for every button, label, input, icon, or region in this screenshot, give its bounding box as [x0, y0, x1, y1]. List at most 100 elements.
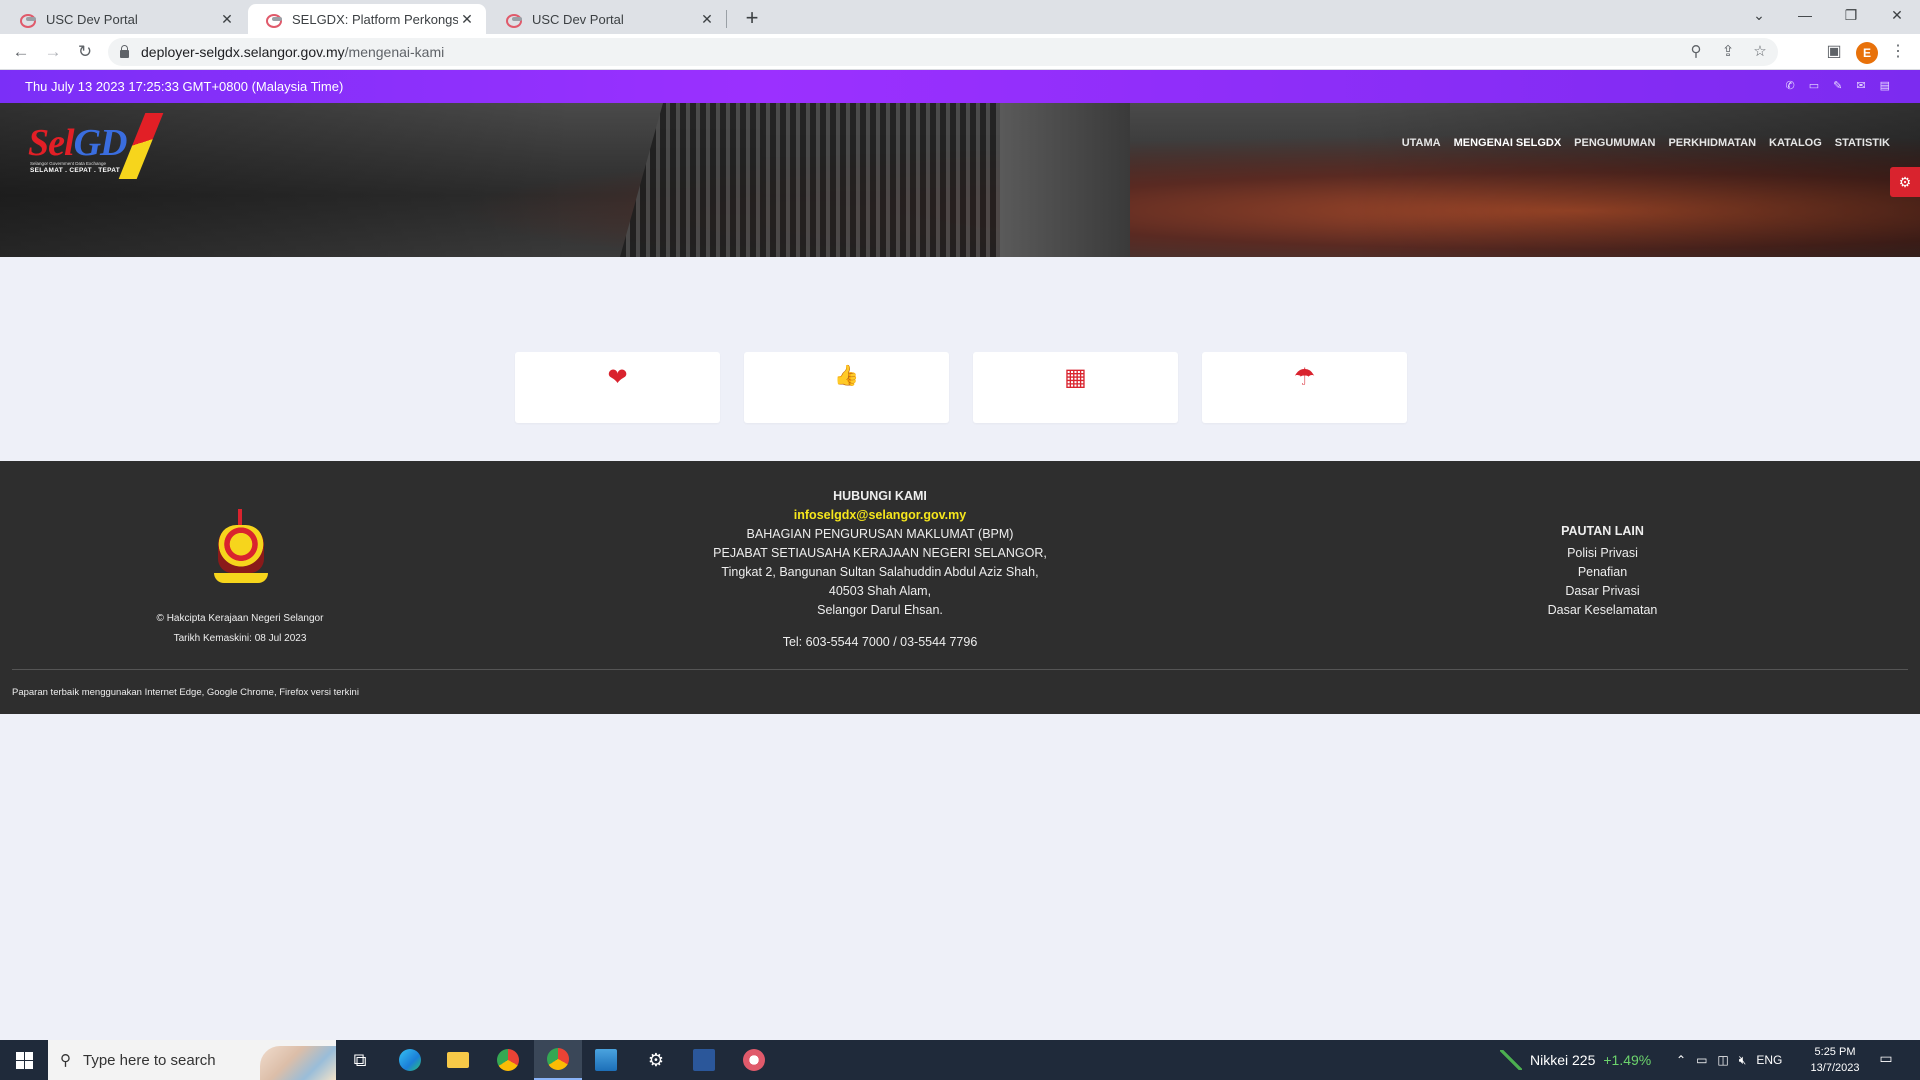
phone-icon[interactable]: ✆: [1786, 79, 1795, 92]
file-explorer-icon[interactable]: [434, 1040, 482, 1080]
browser-tab[interactable]: USC Dev Portal ✕: [488, 4, 726, 34]
address-line: 40503 Shah Alam,: [828, 584, 932, 598]
feature-card[interactable]: 👍: [744, 352, 949, 423]
footer-divider: [12, 669, 1908, 670]
share-icon[interactable]: ⇪: [1714, 38, 1742, 66]
feature-card[interactable]: ☂: [1202, 352, 1407, 423]
nav-item-pengumuman[interactable]: PENGUMUMAN: [1574, 137, 1655, 149]
umbrella-icon: ☂: [1293, 364, 1316, 391]
thumbs-up-icon: 👍: [834, 365, 859, 387]
taskbar-search-box[interactable]: ⚲ Type here to search: [48, 1040, 336, 1080]
settings-gear-button[interactable]: ⚙: [1890, 167, 1920, 197]
network-icon[interactable]: ▭: [1696, 1053, 1707, 1067]
new-tab-button[interactable]: +: [738, 4, 766, 32]
site-favicon-icon: [506, 13, 522, 28]
stock-widget[interactable]: Nikkei 225 +1.49%: [1500, 1040, 1651, 1080]
restore-button[interactable]: ❐: [1828, 0, 1874, 30]
chrome-active-icon[interactable]: [534, 1040, 582, 1080]
mail-icon[interactable]: ✉: [1856, 79, 1865, 92]
taskbar-clock[interactable]: 5:25 PM 13/7/2023: [1800, 1044, 1870, 1076]
task-view-icon[interactable]: ⧉: [336, 1040, 384, 1080]
logo-subtitle: Selangor Government Data Exchange: [30, 161, 107, 166]
wifi-icon[interactable]: ◫: [1717, 1053, 1728, 1067]
close-tab-icon[interactable]: ✕: [698, 11, 716, 28]
close-window-button[interactable]: ✕: [1874, 0, 1920, 30]
topbar-icons: ✆ ▭ ✎ ✉ ▤: [1786, 79, 1890, 92]
minimize-button[interactable]: —: [1782, 0, 1828, 30]
nav-item-statistik[interactable]: STATISTIK: [1835, 137, 1890, 149]
other-links-heading: PAUTAN LAIN: [1561, 524, 1644, 538]
crest-banner: [214, 573, 268, 583]
system-tray: ⌃ ▭ ◫ 🔇︎ ENG: [1676, 1040, 1782, 1080]
clock-time: 5:25 PM: [1814, 1046, 1856, 1058]
edge-browser-icon[interactable]: [386, 1040, 434, 1080]
zoom-icon[interactable]: ⚲: [1682, 38, 1710, 66]
selgdx-logo[interactable]: SelGD Selangor Government Data Exchange …: [28, 113, 164, 183]
lock-icon[interactable]: [120, 45, 129, 58]
site-footer: © Hakcipta Kerajaan Negeri Selangor Tari…: [0, 461, 1920, 714]
document-icon[interactable]: ▤: [1880, 79, 1890, 92]
link-dasar-privasi[interactable]: Dasar Privasi: [1490, 582, 1715, 601]
stock-name: Nikkei 225: [1530, 1052, 1596, 1068]
chrome-icon[interactable]: [484, 1040, 532, 1080]
volume-muted-icon[interactable]: 🔇︎: [1739, 1053, 1747, 1068]
tab-title: SELGDX: Platform Perkongsian D...: [292, 11, 458, 27]
search-highlight-decoration: [260, 1046, 336, 1080]
app-pinned-icon[interactable]: [730, 1040, 778, 1080]
language-indicator[interactable]: ENG: [1756, 1053, 1782, 1067]
edit-icon[interactable]: ✎: [1833, 79, 1842, 92]
stock-change: +1.49%: [1603, 1052, 1652, 1068]
nav-item-katalog[interactable]: KATALOG: [1769, 137, 1822, 149]
tab-separator: [726, 10, 727, 28]
stock-chart-icon: [1500, 1050, 1522, 1070]
copyright-block: © Hakcipta Kerajaan Negeri Selangor Tari…: [0, 609, 480, 649]
browser-tab-bar: USC Dev Portal ✕ SELGDX: Platform Perkon…: [0, 0, 1920, 34]
windows-start-button[interactable]: [0, 1040, 48, 1080]
contact-email-link[interactable]: infoselgdx@selangor.gov.my: [680, 506, 1080, 525]
notification-icon[interactable]: ▭: [1876, 1050, 1896, 1070]
nav-item-utama[interactable]: UTAMA: [1402, 137, 1441, 149]
browser-tab[interactable]: USC Dev Portal ✕: [2, 4, 246, 34]
link-dasar-keselamatan[interactable]: Dasar Keselamatan: [1490, 601, 1715, 620]
copyright-text: © Hakcipta Kerajaan Negeri Selangor: [156, 613, 324, 624]
browser-toolbar: ← → ↻ deployer-selgdx.selangor.gov.my/me…: [0, 34, 1920, 70]
site-favicon-icon: [20, 13, 36, 28]
kebab-menu-icon[interactable]: ⋮: [1886, 40, 1910, 64]
chat-icon[interactable]: ▭: [1809, 79, 1819, 92]
selangor-crest-logo: [212, 509, 270, 591]
other-links-block: PAUTAN LAIN Polisi Privasi Penafian Dasa…: [1490, 522, 1715, 620]
windows-taskbar: ⚲ Type here to search ⧉ ⚙ Nikkei 225 +1.…: [0, 1040, 1920, 1080]
crest-emblem: [218, 525, 264, 573]
bookmark-star-icon[interactable]: ☆: [1746, 38, 1774, 66]
reload-icon[interactable]: ↻: [73, 40, 97, 64]
address-bar[interactable]: deployer-selgdx.selangor.gov.my/mengenai…: [108, 38, 1778, 66]
photos-app-icon[interactable]: [582, 1040, 630, 1080]
building-icon: ▦: [1064, 364, 1087, 391]
link-penafian[interactable]: Penafian: [1490, 563, 1715, 582]
heart-icon: ❤: [607, 364, 628, 391]
logo-wordmark: SelGD: [28, 122, 127, 164]
word-app-icon[interactable]: [680, 1040, 728, 1080]
chevron-up-icon[interactable]: ⌃: [1676, 1053, 1686, 1067]
tab-search-icon[interactable]: ⌄: [1736, 0, 1782, 30]
address-line: Selangor Darul Ehsan.: [817, 603, 943, 617]
feature-card[interactable]: ❤: [515, 352, 720, 423]
back-arrow-icon[interactable]: ←: [9, 40, 33, 64]
feature-cards: ❤ 👍 ▦ ☂: [515, 352, 1407, 423]
link-polisi-privasi[interactable]: Polisi Privasi: [1490, 544, 1715, 563]
side-panel-icon[interactable]: ▣: [1822, 40, 1846, 64]
address-line: PEJABAT SETIAUSAHA KERAJAAN NEGERI SELAN…: [713, 546, 1047, 560]
logo-tagline: SELAMAT . CEPAT . TEPAT: [30, 167, 121, 174]
tab-title: USC Dev Portal: [46, 11, 138, 27]
feature-card[interactable]: ▦: [973, 352, 1178, 423]
address-line: Tingkat 2, Bangunan Sultan Salahuddin Ab…: [721, 565, 1039, 579]
main-navigation: UTAMA MENGENAI SELGDX PENGUMUMAN PERKHID…: [1402, 137, 1890, 149]
browser-tab-active[interactable]: SELGDX: Platform Perkongsian D... ✕: [248, 4, 486, 34]
close-tab-icon[interactable]: ✕: [458, 11, 476, 28]
settings-gear-icon[interactable]: ⚙: [632, 1040, 680, 1080]
forward-arrow-icon[interactable]: →: [41, 40, 65, 64]
profile-avatar[interactable]: E: [1856, 42, 1878, 64]
nav-item-perkhidmatan[interactable]: PERKHIDMATAN: [1668, 137, 1756, 149]
nav-item-mengenai-selgdx[interactable]: MENGENAI SELGDX: [1454, 137, 1562, 149]
close-tab-icon[interactable]: ✕: [218, 11, 236, 28]
